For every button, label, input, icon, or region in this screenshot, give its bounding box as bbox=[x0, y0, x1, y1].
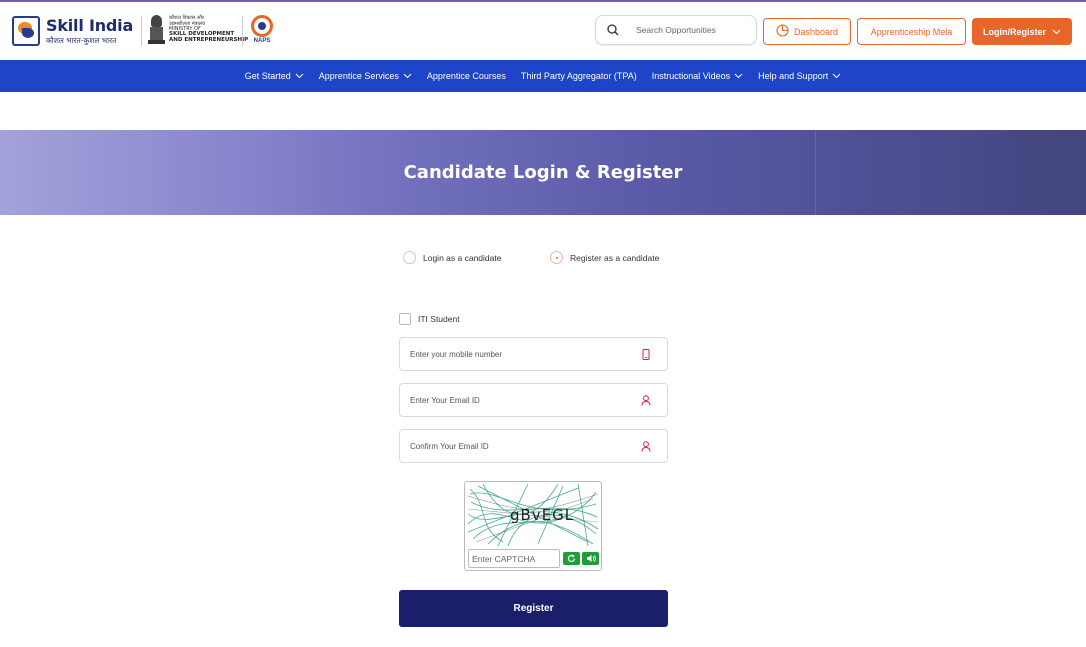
nav-item-label: Apprentice Courses bbox=[426, 71, 506, 81]
iti-student-checkbox[interactable] bbox=[399, 313, 411, 325]
skill-india-emblem-icon bbox=[12, 16, 40, 46]
search-icon[interactable] bbox=[606, 23, 620, 37]
dashboard-label: Dashboard bbox=[793, 26, 839, 37]
dashboard-button[interactable]: Dashboard bbox=[763, 18, 851, 45]
refresh-icon bbox=[567, 550, 576, 568]
login-register-label: Login/Register bbox=[982, 26, 1046, 37]
chevron-down-icon bbox=[403, 73, 412, 79]
iti-student-label: ITI Student bbox=[418, 314, 460, 324]
skill-india-tagline: कौशल भारत-कुशल भारत bbox=[46, 35, 117, 45]
logo-divider bbox=[242, 16, 243, 46]
email-field[interactable] bbox=[399, 383, 668, 417]
naps-label: NAPS bbox=[253, 38, 271, 44]
nav-item-apprentice-services[interactable]: Apprentice Services bbox=[319, 71, 412, 81]
nav-item-label: Get Started bbox=[244, 71, 291, 81]
captcha-audio-button[interactable] bbox=[582, 552, 599, 565]
apprenticeship-mela-button[interactable]: Apprenticeship Mela bbox=[857, 18, 966, 45]
pie-chart-icon bbox=[776, 24, 789, 39]
iti-student-checkbox-row[interactable]: ITI Student bbox=[399, 313, 460, 325]
register-button[interactable]: Register bbox=[399, 590, 668, 627]
login-candidate-radio[interactable]: Login as a candidate bbox=[403, 251, 501, 264]
captcha-refresh-button[interactable] bbox=[563, 552, 580, 565]
skill-india-title: Skill India bbox=[46, 15, 134, 35]
naps-wheel-icon bbox=[251, 15, 273, 37]
nav-item-instructional-videos[interactable]: Instructional Videos bbox=[652, 71, 743, 81]
search-box[interactable] bbox=[595, 15, 757, 45]
nav-item-label: Help and Support bbox=[758, 71, 829, 81]
nav-item-apprentice-courses[interactable]: Apprentice Courses bbox=[427, 71, 506, 81]
site-header: Skill India कौशल भारत-कुशल भारत कौशल विक… bbox=[0, 2, 1086, 60]
register-candidate-radio[interactable]: Register as a candidate bbox=[550, 251, 659, 264]
captcha-box: gBvEGL bbox=[464, 481, 602, 571]
naps-logo[interactable]: NAPS bbox=[248, 15, 276, 47]
radio-button-selected[interactable] bbox=[550, 251, 563, 264]
user-icon bbox=[640, 440, 652, 453]
search-input[interactable] bbox=[636, 25, 754, 35]
apprenticeship-mela-label: Apprenticeship Mela bbox=[870, 26, 953, 37]
radio-button[interactable] bbox=[403, 251, 416, 264]
national-emblem-icon bbox=[148, 15, 165, 45]
captcha-image: gBvEGL bbox=[468, 484, 598, 546]
mobile-icon bbox=[640, 348, 652, 361]
confirm-email-field[interactable] bbox=[399, 429, 668, 463]
page-banner: Candidate Login & Register bbox=[0, 130, 1086, 215]
page-title: Candidate Login & Register bbox=[403, 162, 683, 183]
nav-item-label: Apprentice Services bbox=[318, 71, 399, 81]
main-nav: Get Started Apprentice Services Apprenti… bbox=[0, 60, 1086, 92]
captcha-text: gBvEGL bbox=[510, 506, 575, 524]
nav-item-help-support[interactable]: Help and Support bbox=[758, 71, 841, 81]
skill-india-logo[interactable]: Skill India कौशल भारत-कुशल भारत bbox=[12, 14, 133, 48]
chevron-down-icon bbox=[832, 73, 841, 79]
logo-divider bbox=[141, 16, 142, 46]
mobile-field[interactable] bbox=[399, 337, 668, 371]
register-candidate-label: Register as a candidate bbox=[570, 252, 660, 263]
captcha-input[interactable] bbox=[468, 549, 560, 568]
user-icon bbox=[640, 394, 652, 407]
email-input[interactable] bbox=[410, 395, 630, 405]
nav-item-tpa[interactable]: Third Party Aggregator (TPA) bbox=[521, 71, 637, 81]
nav-item-get-started[interactable]: Get Started bbox=[245, 71, 304, 81]
nav-item-label: Instructional Videos bbox=[651, 71, 731, 81]
nav-item-label: Third Party Aggregator (TPA) bbox=[520, 71, 637, 81]
login-register-button[interactable]: Login/Register bbox=[972, 18, 1072, 45]
speaker-icon bbox=[586, 550, 596, 568]
login-candidate-label: Login as a candidate bbox=[423, 252, 502, 263]
mobile-input[interactable] bbox=[410, 349, 630, 359]
chevron-down-icon bbox=[734, 73, 743, 79]
chevron-down-icon bbox=[295, 73, 304, 79]
confirm-email-input[interactable] bbox=[410, 441, 630, 451]
ministry-english-line-2: AND ENTREPRENEURSHIP bbox=[169, 36, 249, 43]
ministry-logo[interactable]: कौशल विकास और उद्यमशीलता मंत्रालय MINIST… bbox=[148, 15, 248, 45]
chevron-down-icon bbox=[1052, 27, 1061, 37]
